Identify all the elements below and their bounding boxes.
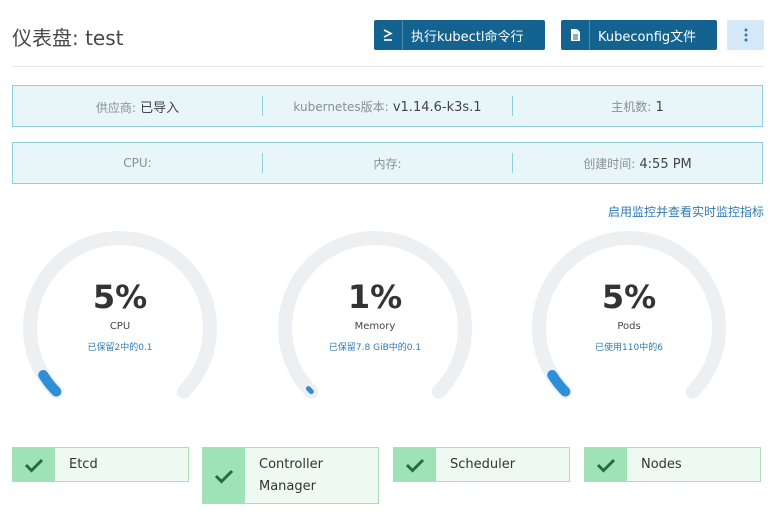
check-icon (13, 448, 55, 481)
gauge-name: Pods (617, 321, 641, 332)
page-header: 仪表盘: test 执行kubectl命令行 Kubeconfig文件 (12, 0, 764, 67)
kubectl-shell-label: 执行kubectl命令行 (411, 29, 524, 45)
provider-value: 已导入 (140, 100, 180, 116)
enable-monitoring-link[interactable]: 启用监控并查看实时监控指标 (608, 203, 764, 220)
kubeconfig-file-label: Kubeconfig文件 (598, 29, 697, 45)
component-name: Controller Manager (259, 456, 323, 494)
memory-gauge: 1% Memory 已保留7.8 GiB中的0.1 (275, 230, 475, 405)
provider-info: 供应商: 已导入 (13, 97, 262, 116)
created-value: 4:55 PM (639, 156, 692, 172)
cpu-info: CPU: (13, 156, 262, 171)
gauge-percent: 1% (347, 278, 403, 316)
created-label: 创建时间: (583, 156, 636, 171)
check-icon (585, 448, 627, 481)
component-name: Scheduler (450, 456, 516, 472)
gauge-svg (532, 231, 726, 399)
component-name: Nodes (641, 456, 682, 472)
component-status-controller-manager: Controller Manager (202, 447, 379, 504)
more-actions-button[interactable] (727, 20, 764, 50)
terminal-icon (374, 20, 403, 50)
gauge-detail: 已保留7.8 GiB中的0.1 (328, 343, 422, 353)
memory-info: 内存: (263, 155, 512, 172)
gauge-svg (23, 231, 217, 399)
gauge-name: CPU (109, 321, 131, 332)
kubernetes-version-value: v1.14.6-k3s.1 (392, 99, 482, 115)
pods-gauge: 5% Pods 已使用110中的6 (529, 230, 729, 405)
component-status-scheduler: Scheduler (393, 447, 570, 482)
check-icon (203, 448, 245, 503)
created-info: 创建时间: 4:55 PM (513, 155, 762, 172)
component-name: Etcd (69, 456, 98, 472)
gauge-name: Memory (354, 321, 396, 332)
kubernetes-version-label: kubernetes版本: (293, 99, 389, 114)
cpu-label: CPU: (123, 155, 152, 170)
provider-label: 供应商: (95, 100, 136, 115)
kubernetes-version-info: kubernetes版本: v1.14.6-k3s.1 (263, 98, 512, 115)
gauge-percent: 5% (92, 278, 148, 316)
hosts-value: 1 (655, 99, 664, 115)
gauge-detail: 已保留2中的0.1 (87, 343, 153, 353)
kubectl-shell-button[interactable]: 执行kubectl命令行 (374, 20, 545, 50)
gauge-fill (305, 386, 314, 395)
gauge-percent: 5% (601, 278, 657, 316)
component-status-etcd: Etcd (12, 447, 189, 482)
hosts-info: 主机数: 1 (513, 98, 762, 115)
page-title: 仪表盘: test (12, 26, 124, 50)
file-icon (561, 20, 590, 50)
memory-label: 内存: (373, 156, 402, 171)
component-status-nodes: Nodes (584, 447, 761, 482)
hosts-label: 主机数: (611, 99, 652, 114)
kubeconfig-file-button[interactable]: Kubeconfig文件 (561, 20, 717, 50)
cluster-info-row-2: CPU: 内存: 创建时间: 4:55 PM (12, 142, 763, 184)
gauge-svg (278, 231, 472, 399)
cpu-gauge: 5% CPU 已保留2中的0.1 (20, 230, 220, 405)
gauge-detail: 已使用110中的6 (595, 343, 663, 353)
cluster-info-row-1: 供应商: 已导入 kubernetes版本: v1.14.6-k3s.1 主机数… (12, 85, 763, 127)
check-icon (394, 448, 436, 481)
vertical-ellipsis-icon (744, 28, 747, 42)
